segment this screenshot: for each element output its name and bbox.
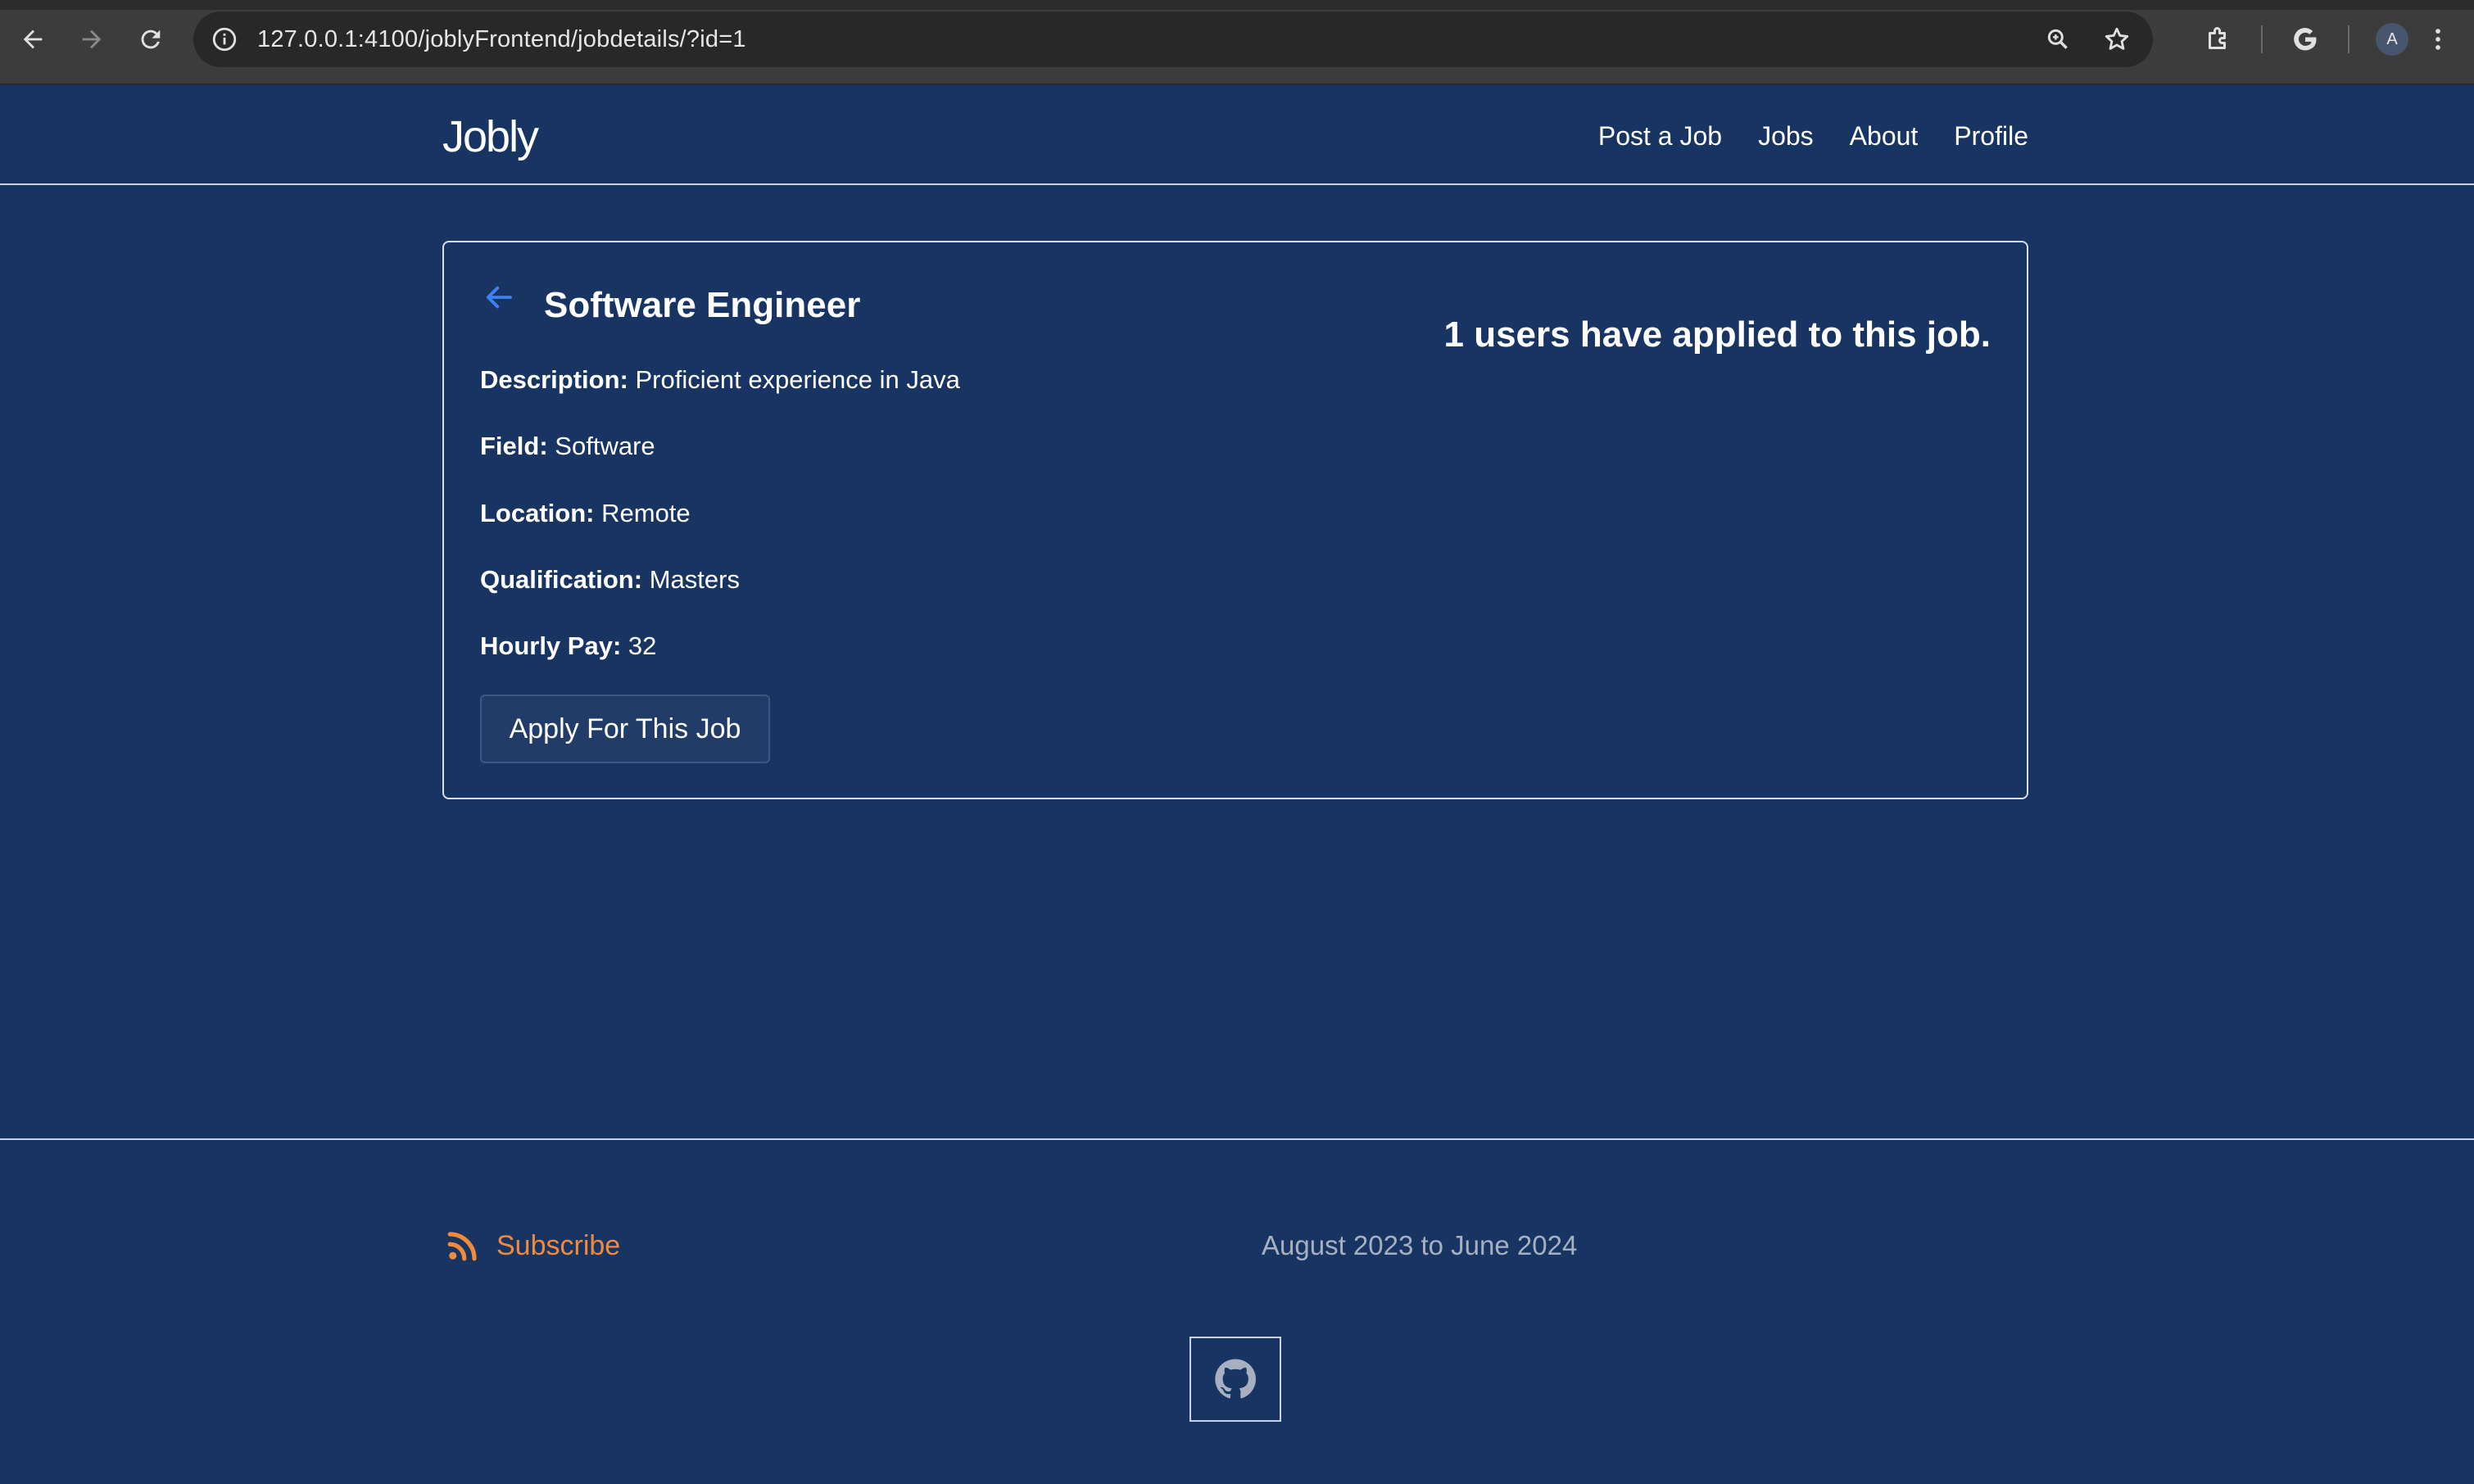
google-icon[interactable] xyxy=(2282,16,2328,62)
detail-location: Location: Remote xyxy=(480,499,691,528)
menu-dots-icon[interactable] xyxy=(2415,16,2461,62)
reload-icon[interactable] xyxy=(128,16,174,62)
detail-value: Masters xyxy=(649,565,740,594)
back-arrow-icon[interactable] xyxy=(482,280,516,314)
nav-about[interactable]: About xyxy=(1850,121,1919,152)
address-bar[interactable]: 127.0.0.1:4100/joblyFrontend/jobdetails/… xyxy=(193,11,2153,67)
toolbar-divider xyxy=(2348,25,2349,53)
github-icon xyxy=(1215,1359,1256,1399)
profile-avatar[interactable]: A xyxy=(2369,16,2415,62)
brand-logo[interactable]: Jobly xyxy=(442,111,539,162)
avatar: A xyxy=(2376,23,2408,56)
detail-label: Qualification: xyxy=(480,565,643,594)
toolbar-divider xyxy=(2261,25,2263,53)
footer-divider xyxy=(0,1138,2474,1140)
site-navbar: Jobly Post a Job Jobs About Profile xyxy=(0,87,2474,185)
nav-links: Post a Job Jobs About Profile xyxy=(1598,121,2028,152)
forward-icon[interactable] xyxy=(69,16,115,62)
job-details-card: Software Engineer 1 users have applied t… xyxy=(442,241,2028,799)
footer-date-range: August 2023 to June 2024 xyxy=(1262,1230,1578,1260)
back-icon[interactable] xyxy=(10,16,56,62)
extensions-icon[interactable] xyxy=(2195,16,2241,62)
subscribe-link[interactable]: Subscribe xyxy=(446,1228,620,1263)
detail-value: Software xyxy=(555,432,655,460)
detail-qualification: Qualification: Masters xyxy=(480,565,740,595)
bookmark-star-icon[interactable] xyxy=(2099,21,2135,57)
url-text: 127.0.0.1:4100/joblyFrontend/jobdetails/… xyxy=(257,25,746,52)
detail-value: Remote xyxy=(601,499,691,527)
rss-icon xyxy=(446,1228,480,1263)
subscribe-label: Subscribe xyxy=(496,1229,621,1261)
detail-label: Location: xyxy=(480,499,595,527)
apply-job-button[interactable]: Apply For This Job xyxy=(480,694,770,763)
detail-value: Proficient experience in Java xyxy=(635,365,960,394)
nav-jobs[interactable]: Jobs xyxy=(1758,121,1814,152)
site-info-icon[interactable] xyxy=(208,23,241,56)
github-link[interactable] xyxy=(1189,1337,1281,1422)
detail-label: Field: xyxy=(480,432,548,460)
detail-label: Description: xyxy=(480,365,628,394)
nav-post-a-job[interactable]: Post a Job xyxy=(1598,121,1722,152)
job-title: Software Engineer xyxy=(544,285,861,325)
tab-strip xyxy=(0,0,2474,10)
detail-hourly-pay: Hourly Pay: 32 xyxy=(480,631,656,661)
applicant-count: 1 users have applied to this job. xyxy=(1443,314,1991,355)
detail-description: Description: Proficient experience in Ja… xyxy=(480,365,960,395)
detail-label: Hourly Pay: xyxy=(480,631,622,660)
detail-value: 32 xyxy=(628,631,657,660)
zoom-icon[interactable] xyxy=(2040,21,2076,57)
nav-profile[interactable]: Profile xyxy=(1954,121,2028,152)
detail-field: Field: Software xyxy=(480,432,655,461)
browser-toolbar: 127.0.0.1:4100/joblyFrontend/jobdetails/… xyxy=(0,0,2474,85)
